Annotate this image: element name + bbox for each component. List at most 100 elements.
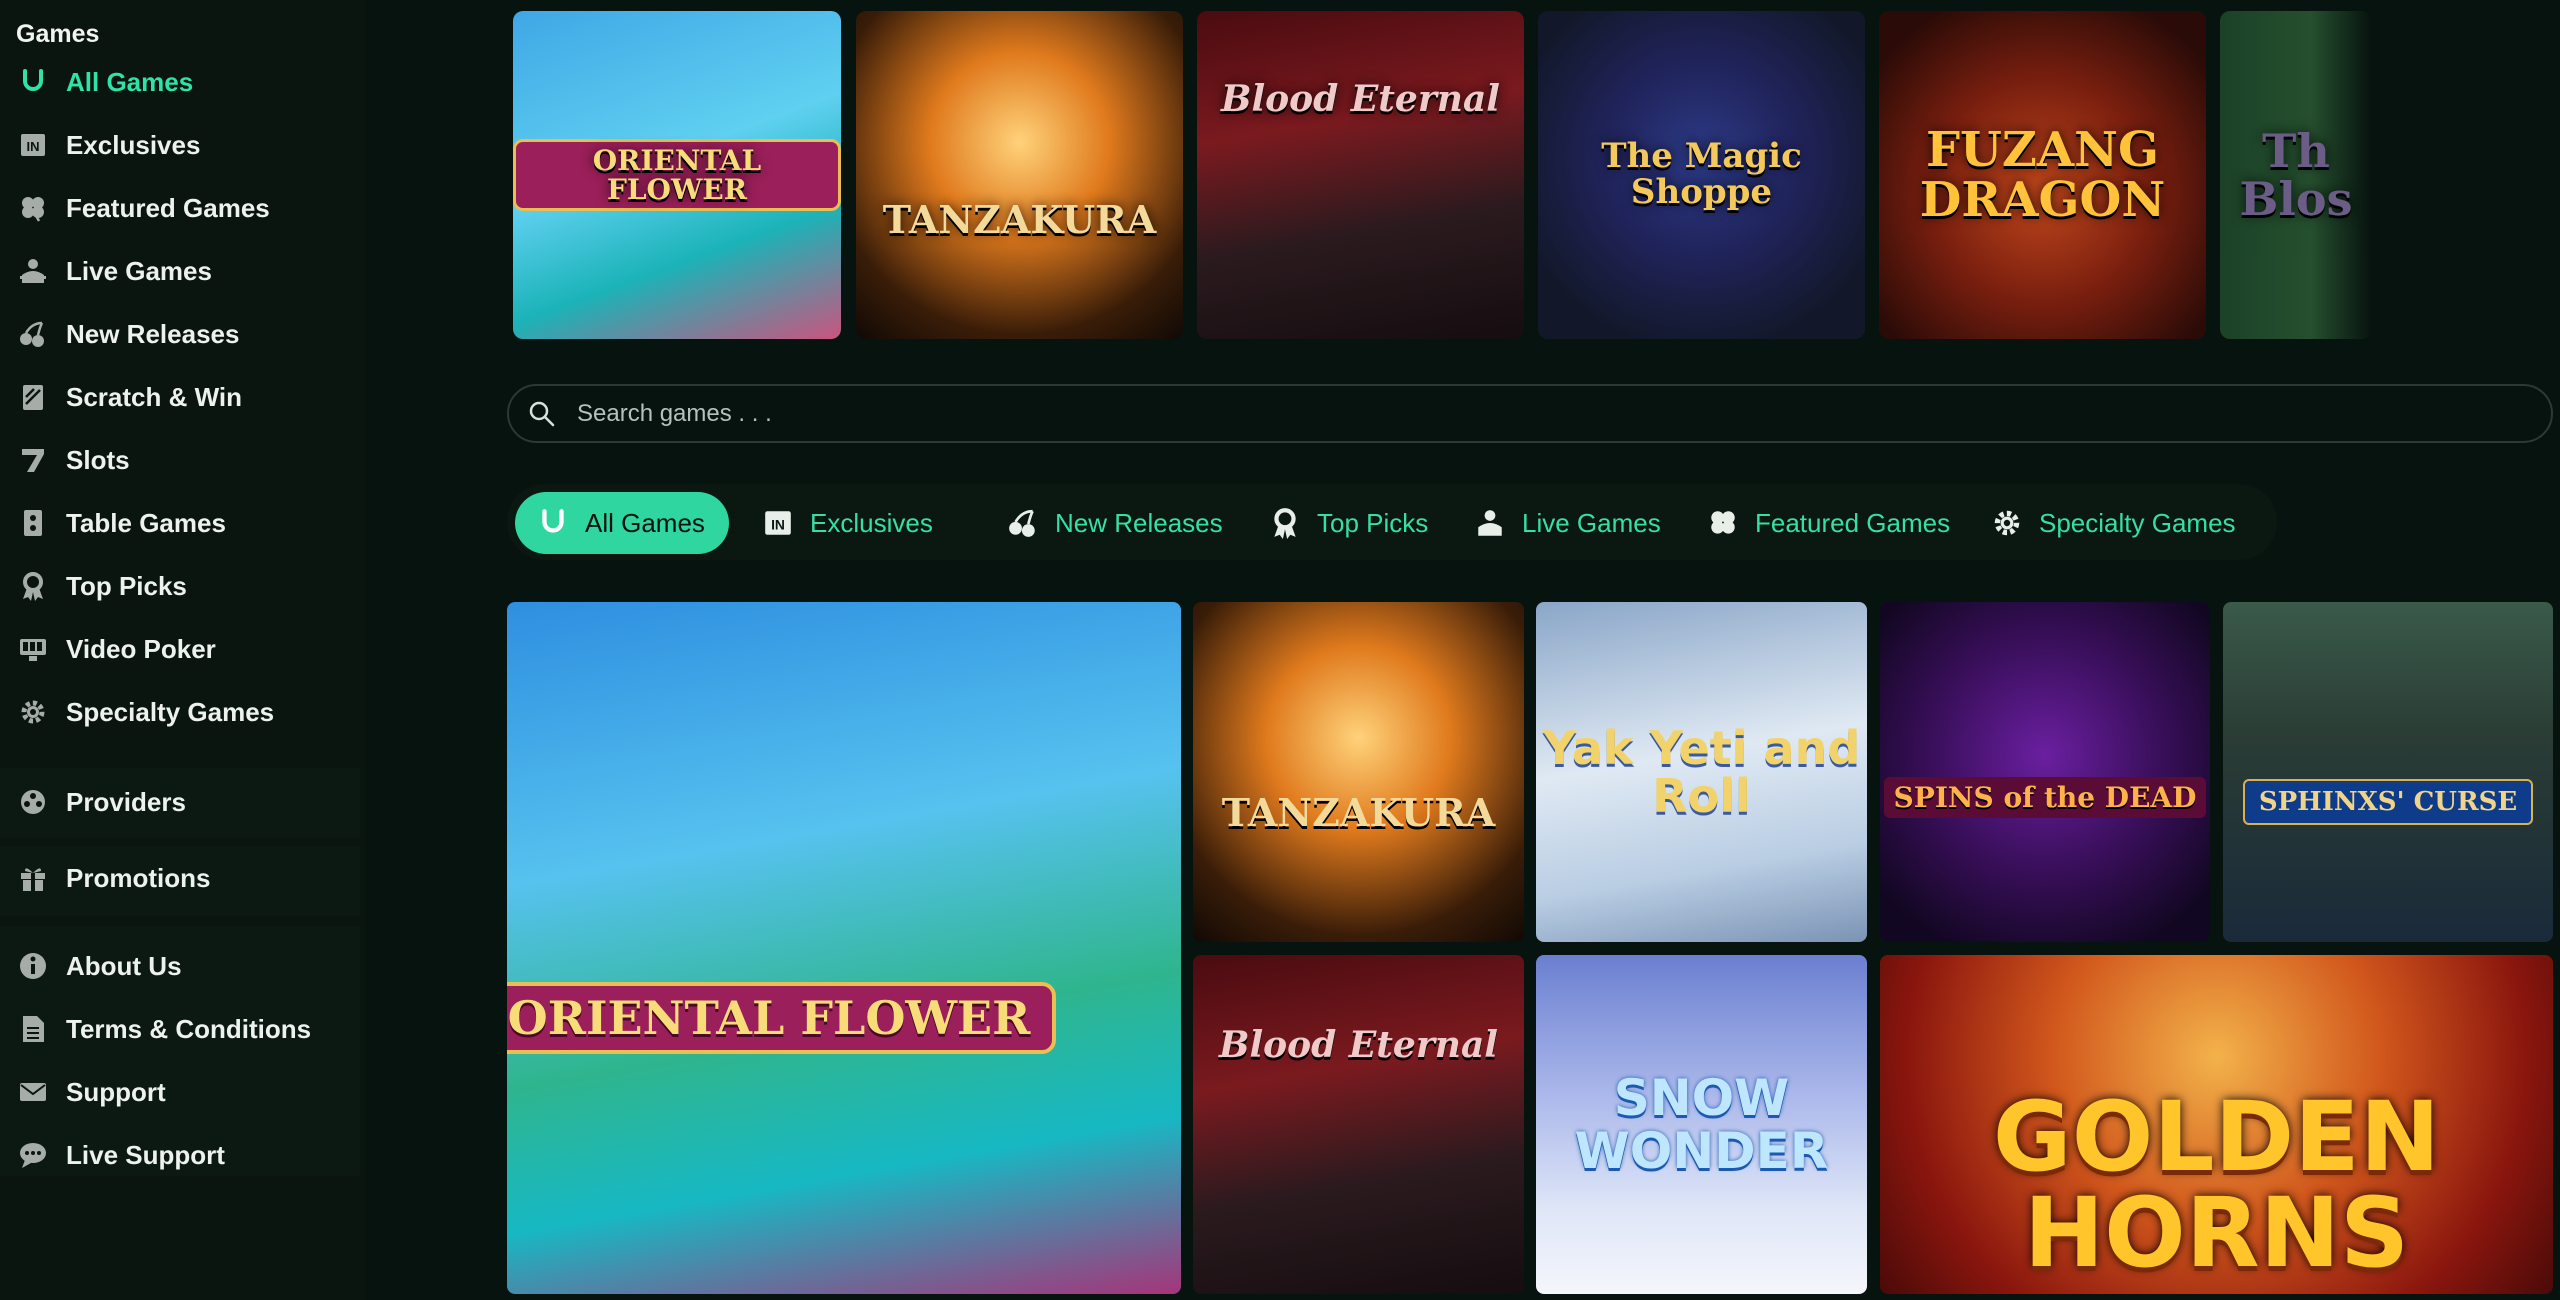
- category-tabs: All Games IN Exclusives New Releases Top…: [507, 484, 2277, 560]
- game-title: SPHINXS' CURSE: [2242, 779, 2534, 825]
- game-tile[interactable]: Th Blos: [2220, 11, 2372, 339]
- game-tile[interactable]: SNOW WONDER: [1536, 955, 1867, 1294]
- clover-icon: [16, 191, 50, 225]
- clover-icon: [1711, 511, 1735, 534]
- info-icon: [16, 949, 50, 983]
- sidebar-item-new-releases[interactable]: New Releases: [16, 312, 346, 356]
- tab-label: Exclusives: [810, 507, 933, 538]
- sidebar-item-label: Featured Games: [66, 192, 270, 223]
- game-tile[interactable]: TANZAKURA: [856, 11, 1183, 339]
- sidebar-item-all-games[interactable]: All Games: [16, 60, 346, 104]
- sidebar-item-live-support[interactable]: Live Support: [16, 1133, 346, 1177]
- providers-icon: [16, 785, 50, 819]
- game-tile[interactable]: Blood Eternal: [1197, 11, 1524, 339]
- award-icon: [16, 569, 50, 603]
- sidebar-item-providers[interactable]: Providers: [16, 780, 346, 824]
- tab-new-releases[interactable]: New Releases: [985, 492, 1247, 554]
- sidebar-item-label: Slots: [66, 444, 130, 475]
- game-tile[interactable]: Blood Eternal: [1193, 955, 1524, 1294]
- tab-label: Live Games: [1522, 507, 1661, 538]
- sidebar-item-label: Providers: [66, 786, 186, 817]
- game-title: FUZANG DRAGON: [1919, 121, 2166, 228]
- sidebar-item-live-games[interactable]: Live Games: [16, 249, 346, 293]
- sidebar-item-label: Promotions: [66, 862, 211, 893]
- sidebar-item-top-picks[interactable]: Top Picks: [16, 564, 346, 608]
- chat-icon: [16, 1138, 50, 1172]
- exclusive-icon: IN: [16, 128, 50, 162]
- game-title: The Magic Shoppe: [1601, 136, 1802, 212]
- sidebar-item-label: Scratch & Win: [66, 381, 243, 412]
- sidebar-item-promotions[interactable]: Promotions: [16, 856, 346, 900]
- sidebar-item-label: Live Games: [66, 255, 212, 286]
- gear-icon: [16, 695, 50, 729]
- sidebar-item-label: Top Picks: [66, 570, 187, 601]
- game-tile-featured[interactable]: GOLDEN HORNS: [1880, 955, 2553, 1294]
- tab-label: Top Picks: [1317, 507, 1429, 538]
- sidebar-item-support[interactable]: Support: [16, 1070, 346, 1114]
- tab-label: Specialty Games: [2039, 507, 2236, 538]
- award-icon: [1274, 508, 1296, 539]
- game-tile[interactable]: The Magic Shoppe: [1538, 11, 1865, 339]
- game-tile[interactable]: TANZAKURA: [1193, 602, 1524, 942]
- game-title: ORIENTAL FLOWER: [507, 981, 1057, 1055]
- video-poker-icon: [16, 632, 50, 666]
- exclusive-icon: IN: [765, 511, 791, 535]
- game-title: Blood Eternal: [1219, 1023, 1498, 1066]
- sidebar-item-label: Exclusives: [66, 129, 201, 160]
- game-tile[interactable]: SPHINXS' CURSE: [2223, 602, 2553, 942]
- tab-label: New Releases: [1055, 507, 1223, 538]
- tab-top-picks[interactable]: Top Picks: [1247, 492, 1452, 554]
- gift-icon: [16, 861, 50, 895]
- sidebar-item-label: Table Games: [66, 507, 226, 538]
- sidebar-item-label: About Us: [66, 950, 182, 981]
- sidebar-item-label: Specialty Games: [66, 696, 275, 727]
- live-dealer-icon: [16, 254, 50, 288]
- tab-label: Featured Games: [1755, 507, 1951, 538]
- game-tile-featured[interactable]: ORIENTAL FLOWER: [507, 602, 1181, 1294]
- svg-text:IN: IN: [27, 139, 40, 154]
- sidebar-item-terms[interactable]: Terms & Conditions: [16, 1007, 346, 1051]
- game-tile[interactable]: ORIENTAL FLOWER: [513, 11, 841, 339]
- sidebar-item-label: All Games: [66, 66, 194, 97]
- game-title: Yak Yeti and Roll: [1542, 720, 1861, 823]
- game-title: ORIENTAL FLOWER: [513, 138, 841, 212]
- sidebar-item-slots[interactable]: Slots: [16, 438, 346, 482]
- tab-specialty-games[interactable]: Specialty Games: [1969, 492, 2260, 554]
- game-title: SPINS of the DEAD: [1883, 776, 2207, 818]
- game-title: GOLDEN HORNS: [1992, 1080, 2441, 1289]
- sidebar-item-label: Terms & Conditions: [66, 1013, 312, 1044]
- svg-text:IN: IN: [771, 516, 785, 532]
- sidebar-item-featured-games[interactable]: Featured Games: [16, 186, 346, 230]
- sidebar-item-exclusives[interactable]: IN Exclusives: [16, 123, 346, 167]
- sidebar-item-label: Support: [66, 1076, 166, 1107]
- game-tile[interactable]: SPINS of the DEAD: [1880, 602, 2210, 942]
- search-input[interactable]: [577, 399, 2477, 428]
- cherries-icon: [16, 317, 50, 351]
- game-tile[interactable]: Yak Yeti and Roll: [1536, 602, 1867, 942]
- sidebar-item-about-us[interactable]: About Us: [16, 944, 346, 988]
- sidebar-item-label: Live Support: [66, 1139, 225, 1170]
- game-title: TANZAKURA: [882, 197, 1157, 243]
- search-icon: [527, 399, 557, 429]
- horseshoe-icon: [16, 65, 50, 99]
- tab-all-games[interactable]: All Games: [515, 492, 729, 554]
- sidebar-item-specialty-games[interactable]: Specialty Games: [16, 690, 346, 734]
- sidebar-item-table-games[interactable]: Table Games: [16, 501, 346, 545]
- game-title: Blood Eternal: [1221, 78, 1500, 121]
- tab-exclusives[interactable]: IN Exclusives: [740, 492, 957, 554]
- sidebar-item-label: New Releases: [66, 318, 240, 349]
- cherries-icon: [1009, 509, 1035, 537]
- tab-live-games[interactable]: Live Games: [1452, 492, 1685, 554]
- horseshoe-icon: [542, 509, 564, 533]
- tab-featured-games[interactable]: Featured Games: [1685, 492, 1974, 554]
- sidebar-item-label: Video Poker: [66, 633, 216, 664]
- game-title: Th Blos: [2239, 123, 2353, 226]
- live-dealer-icon: [1478, 510, 1502, 536]
- sidebar: Games All Games IN Exclusives Featured G…: [0, 0, 365, 1300]
- sidebar-item-scratch-win[interactable]: Scratch & Win: [16, 375, 346, 419]
- game-tile[interactable]: FUZANG DRAGON: [1879, 11, 2206, 339]
- search-bar[interactable]: [507, 384, 2553, 443]
- scratch-card-icon: [16, 380, 50, 414]
- seven-icon: [16, 443, 50, 477]
- sidebar-item-video-poker[interactable]: Video Poker: [16, 627, 346, 671]
